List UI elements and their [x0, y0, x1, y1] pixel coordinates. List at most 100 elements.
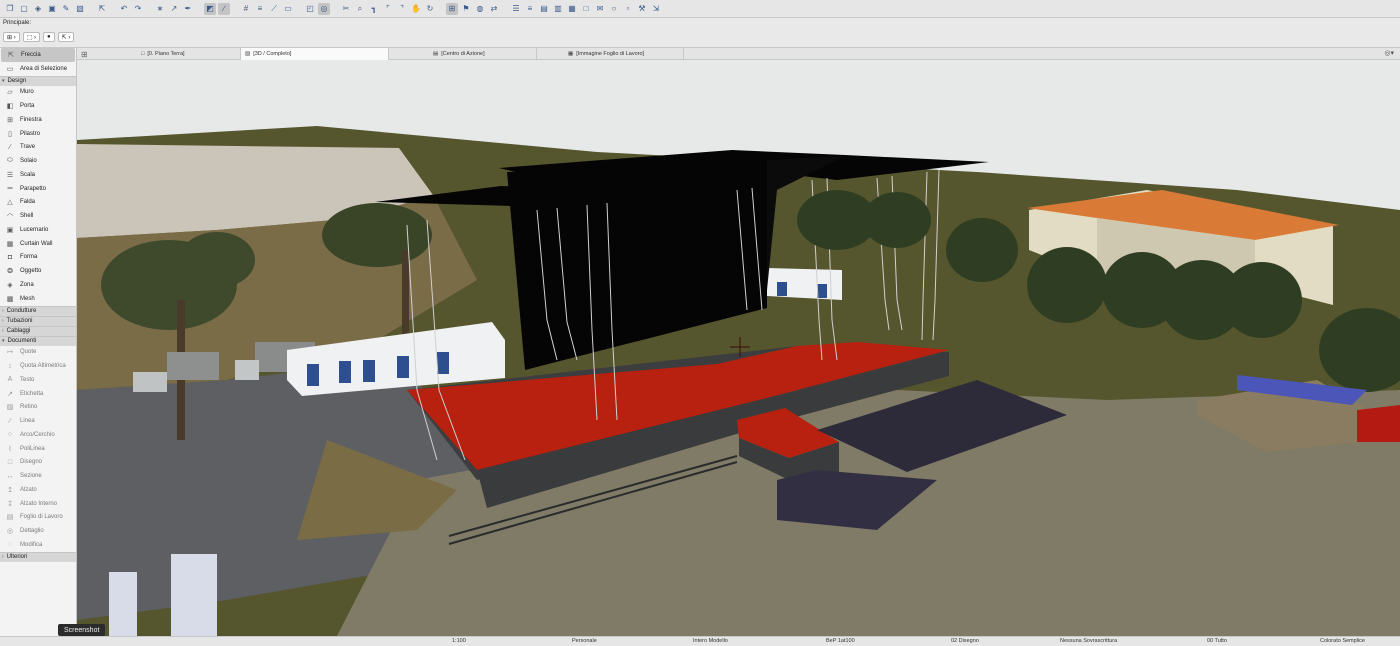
info-box-chip[interactable]: ⊞ ›: [3, 32, 20, 42]
tool-quota-altimetrica[interactable]: ↕ Quota Altimetrica: [0, 359, 76, 373]
tool-foglio-di-lavoro[interactable]: ▤ Foglio di Lavoro: [0, 511, 76, 525]
view-tab[interactable]: ▤ [Centro di Azione]: [429, 48, 537, 60]
grid-icon[interactable]: #: [240, 3, 252, 15]
tool-zona[interactable]: ◈ Zona: [0, 278, 76, 292]
tool-mesh[interactable]: ▩ Mesh: [0, 292, 76, 306]
view-tab[interactable]: ▧ [3D / Completo]: [241, 48, 389, 60]
toolbox-section-header[interactable]: › Condutture: [0, 305, 76, 316]
undo-icon[interactable]: ↶: [118, 3, 130, 15]
toolbox-section-header[interactable]: › Cablaggi: [0, 325, 76, 336]
layers-icon[interactable]: ◈: [32, 3, 44, 15]
snap-grid-icon[interactable]: ◩: [204, 2, 216, 15]
trace-icon[interactable]: ≡: [254, 3, 266, 15]
orbit-icon[interactable]: ◎: [318, 2, 330, 15]
grid-snap-icon[interactable]: ⊞: [446, 2, 458, 15]
library-icon[interactable]: ▤: [538, 3, 550, 15]
sync-icon[interactable]: ⇄: [488, 3, 500, 15]
adjust-icon[interactable]: ⌝: [396, 3, 408, 15]
new-icon[interactable]: ❐: [4, 3, 16, 15]
tool-porta[interactable]: ◧ Porta: [0, 99, 76, 113]
tool-testo[interactable]: A Testo: [0, 373, 76, 387]
view-tab[interactable]: ▦ [Immagine Foglio di Lavoro]: [564, 48, 684, 60]
tool-freccia[interactable]: ⇱ Freccia: [1, 48, 75, 62]
tool-disegno[interactable]: □ Disegno: [0, 456, 76, 470]
move-icon[interactable]: ┓: [368, 3, 380, 15]
tool-curtain-wall[interactable]: ▦ Curtain Wall: [0, 237, 76, 251]
tool-muro[interactable]: ▱ Muro: [0, 86, 76, 100]
status-dropdown[interactable]: Intero Modello: [693, 638, 728, 644]
pen-icon[interactable]: ✎: [60, 3, 72, 15]
globe-icon[interactable]: ◍: [474, 3, 486, 15]
fill-icon[interactable]: ◰: [304, 3, 316, 15]
tool-parapetto[interactable]: ═ Parapetto: [0, 182, 76, 196]
tool-forma[interactable]: ◘ Forma: [0, 251, 76, 265]
rect-icon[interactable]: ▭: [282, 3, 294, 15]
open-icon[interactable]: ▢: [18, 3, 30, 15]
info-box-chip[interactable]: ⬚ ›: [22, 32, 41, 42]
hand-icon[interactable]: ✋: [410, 3, 422, 15]
tab-overview-icon[interactable]: ⊞: [81, 50, 88, 59]
tool-etichetta[interactable]: ↗ Etichetta: [0, 387, 76, 401]
tools-icon[interactable]: ⚒: [636, 3, 648, 15]
toolbox-section-header[interactable]: › Ulteriori: [0, 551, 76, 562]
toolbox-section-header[interactable]: › Tubazioni: [0, 315, 76, 326]
view-map-icon[interactable]: ▦: [566, 3, 578, 15]
view-options-icon[interactable]: ◎▾: [1384, 49, 1394, 57]
tool-shell[interactable]: ◠ Shell: [0, 209, 76, 223]
3d-viewport[interactable]: [77, 60, 1400, 636]
tool-lucernario[interactable]: ▣ Lucernario: [0, 223, 76, 237]
teamwork-icon[interactable]: ≡: [524, 3, 536, 15]
toolbox-section-header[interactable]: ▾ Documenti: [0, 335, 76, 346]
tool-modifica[interactable]: ◌ Modifica: [0, 538, 76, 552]
corner-icon[interactable]: ⌜: [382, 3, 394, 15]
tool-trave[interactable]: ∕ Trave: [0, 141, 76, 155]
tool-retino[interactable]: ▨ Retino: [0, 401, 76, 415]
status-dropdown[interactable]: Nessuna Sovrascrittura: [1060, 638, 1117, 644]
flag-icon[interactable]: ⚑: [460, 3, 472, 15]
status-dropdown[interactable]: BeP 1at100: [826, 638, 855, 644]
status-dropdown[interactable]: Personale: [572, 638, 597, 644]
tool-finestra[interactable]: ⊞ Finestra: [0, 113, 76, 127]
tool-oggetto[interactable]: ❂ Oggetto: [0, 264, 76, 278]
tool-solaio[interactable]: ⬭ Solaio: [0, 154, 76, 168]
tool-polilinea[interactable]: ⌇ PoliLinea: [0, 442, 76, 456]
stack-icon[interactable]: ☰: [510, 3, 522, 15]
tool-pilastro[interactable]: ▯ Pilastro: [0, 127, 76, 141]
tool-quote[interactable]: ↦ Quote: [0, 346, 76, 360]
message-icon[interactable]: ▫: [622, 3, 634, 15]
select-icon[interactable]: ⇱: [96, 3, 108, 15]
tool-scala[interactable]: ☰ Scala: [0, 168, 76, 182]
cube-icon[interactable]: ▧: [74, 3, 86, 15]
chat-icon[interactable]: ○: [608, 3, 620, 15]
tool-linea[interactable]: ∕ Linea: [0, 414, 76, 428]
guide-icon[interactable]: ∕: [218, 2, 230, 15]
mirror-icon[interactable]: ⟋: [268, 3, 280, 15]
status-dropdown[interactable]: Colorato Semplice: [1320, 638, 1365, 644]
tool-alzato[interactable]: ↥ Alzato: [0, 483, 76, 497]
publish-icon[interactable]: ▥: [552, 3, 564, 15]
redo-icon[interactable]: ↷: [132, 3, 144, 15]
pick-icon[interactable]: ↗: [168, 3, 180, 15]
tool-area-di-selezione[interactable]: ▭ Area di Selezione: [0, 62, 76, 76]
tool-dettaglio[interactable]: ◎ Dettaglio: [0, 524, 76, 538]
wand-icon[interactable]: ∗: [154, 3, 166, 15]
info-box-chip[interactable]: ⇱ ›: [57, 32, 75, 42]
tool-arco-cerchio[interactable]: ○ Arco/Cerchio: [0, 428, 76, 442]
view-tab[interactable]: □ [0. Piano Terra]: [137, 48, 241, 60]
mail-icon[interactable]: ✉: [594, 3, 606, 15]
tool-alzato-interno[interactable]: ↧ Alzato Interno: [0, 497, 76, 511]
tool-falda[interactable]: △ Falda: [0, 196, 76, 210]
status-dropdown[interactable]: 1:100: [452, 638, 466, 644]
trim-icon[interactable]: ✂: [340, 3, 352, 15]
zoom-icon[interactable]: ⌕: [354, 3, 366, 15]
status-dropdown[interactable]: 00 Tutto: [1207, 638, 1227, 644]
rotate-icon[interactable]: ↻: [424, 3, 436, 15]
status-dropdown[interactable]: 02 Disegno: [951, 638, 979, 644]
export-icon[interactable]: ⇲: [650, 3, 662, 15]
view-icon[interactable]: ▣: [46, 3, 58, 15]
dropper-icon[interactable]: ✒: [182, 3, 194, 15]
info-box-chip[interactable]: ●: [43, 32, 55, 42]
tool-sezione[interactable]: ↔ Sezione: [0, 469, 76, 483]
toolbox-section-header[interactable]: ▾ Design: [0, 75, 76, 86]
doc-icon[interactable]: □: [580, 3, 592, 15]
